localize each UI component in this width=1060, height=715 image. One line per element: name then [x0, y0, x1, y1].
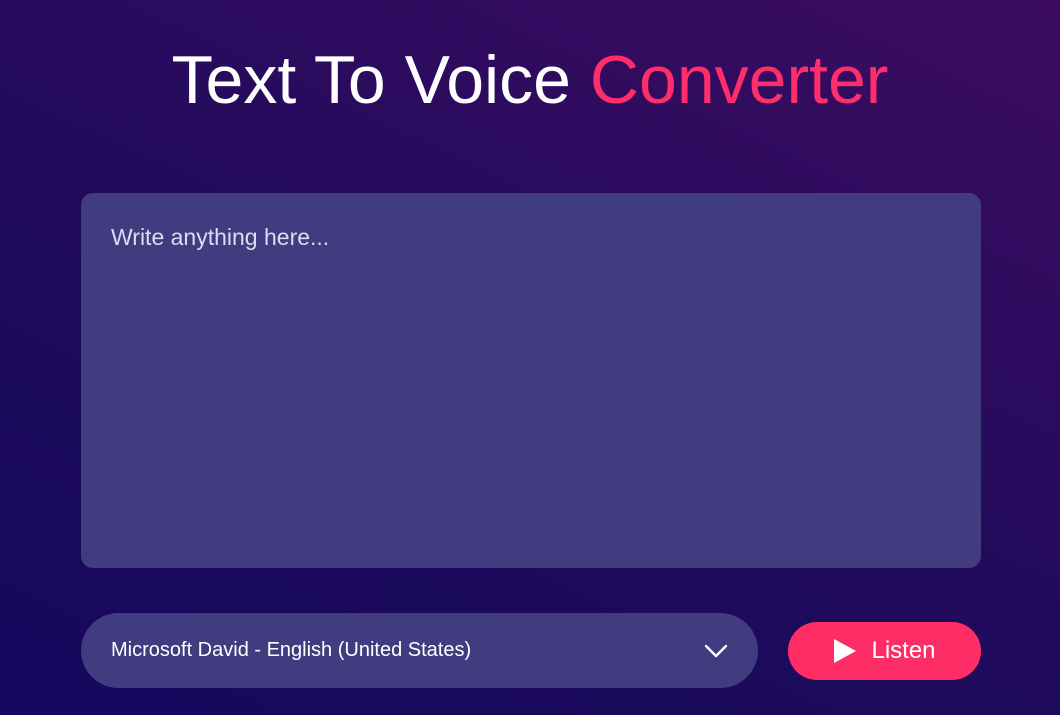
title-main: Text To Voice: [171, 42, 571, 118]
page-title: Text To Voice Converter: [0, 40, 1060, 120]
chevron-down-icon: [704, 641, 728, 661]
listen-label: Listen: [871, 637, 936, 664]
title-accent: Converter: [589, 42, 889, 118]
text-input[interactable]: [81, 193, 981, 568]
play-icon: [833, 638, 857, 664]
voice-select[interactable]: Microsoft David - English (United States…: [81, 613, 758, 688]
listen-button[interactable]: Listen: [788, 622, 981, 680]
voice-select-value: Microsoft David - English (United States…: [111, 639, 472, 661]
